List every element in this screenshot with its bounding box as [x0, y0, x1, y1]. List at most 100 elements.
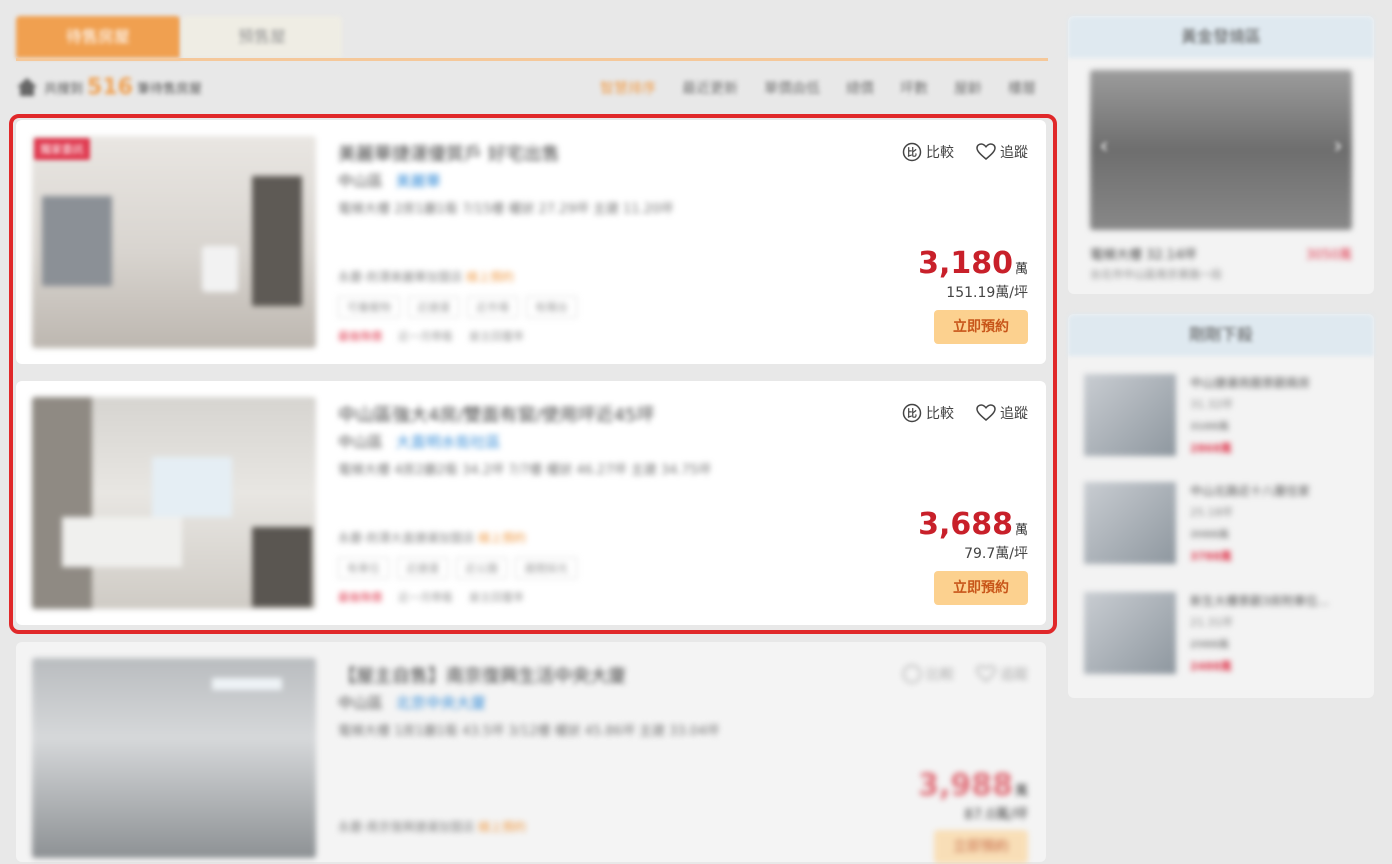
track-button[interactable]: 追蹤 — [976, 403, 1028, 423]
community-link[interactable]: 北京中央大廈 — [396, 694, 486, 712]
featured-address: 台北市中山區南京東路一段 — [1090, 268, 1222, 281]
listing-location: 中山區 大直明水街社區 — [338, 431, 501, 452]
listing-title[interactable]: 【屋主自售】南京復興生活中央大廈 — [338, 662, 626, 688]
featured-price: 3050萬 — [1305, 248, 1352, 263]
sort-options: 智慧排序 最近更新 單價由低 總價 坪數 屋齡 樓層 — [600, 78, 1036, 98]
listing-photo[interactable] — [32, 136, 316, 348]
heart-icon — [976, 404, 996, 421]
exclusive-badge: 獨家委託 — [34, 138, 90, 160]
sort-smart[interactable]: 智慧排序 — [600, 78, 656, 98]
sort-area[interactable]: 坪數 — [900, 78, 928, 98]
unit-price: 79.7萬/坪 — [964, 546, 1028, 562]
price-drop-thumb[interactable] — [1084, 482, 1176, 564]
compare-button[interactable]: 比 比較 — [902, 142, 954, 162]
listing-agent: 永慶-南京復興捷運加盟店 線上預約 — [338, 818, 526, 835]
district-name: 中山區 — [338, 694, 384, 712]
foot-item: 最後降價 — [338, 591, 382, 604]
foot-item: 屋主回覆率 — [469, 330, 524, 343]
price-drop-thumb[interactable] — [1084, 592, 1176, 674]
price-drop-panel: 剛剛下殺 中山捷運商圈景觀兩房 31.32坪 3188萬 2868萬 中山北路近… — [1068, 314, 1374, 698]
chevron-left-icon[interactable]: ‹ — [1094, 134, 1114, 164]
heart-icon — [976, 143, 996, 160]
community-link[interactable]: 美麗華 — [396, 172, 441, 190]
summary-suffix: 筆待售房屋 — [136, 81, 202, 97]
price-value: 3,180 — [918, 246, 1013, 281]
tag: 近捷運 — [408, 296, 459, 318]
price-drop-item[interactable]: 中山北路近十八層住家 25.18坪 3988萬 3788萬 — [1084, 478, 1364, 570]
agent-tag: 線上預約 — [478, 820, 527, 834]
result-count: 516 — [87, 74, 133, 100]
listing-foot: 最後降價 近一月帶看 屋主回覆率 — [338, 328, 524, 344]
unit-price: 151.19萬/坪 — [946, 285, 1028, 301]
price-drop-item[interactable]: 新生大樓景觀3房附車位... 21.31坪 2988萬 2488萬 — [1084, 588, 1364, 680]
sort-total-price[interactable]: 總價 — [846, 78, 874, 98]
compare-icon: 比 — [902, 403, 922, 423]
listing-foot: 最後降價 近一月帶看 屋主回覆率 — [338, 589, 524, 605]
tag: 可養寵物 — [338, 296, 400, 318]
price-drop-size: 21.31坪 — [1190, 616, 1233, 629]
tag: 邊間採光 — [515, 557, 577, 579]
listing-title[interactable]: 美麗華捷運優質戶 好宅出售 — [338, 140, 560, 166]
book-viewing-button[interactable]: 立即預約 — [934, 830, 1028, 864]
listing-spec: 電梯大樓 2房1廳1衛 7/15樓 權狀 27.29坪 主建 11.20坪 — [338, 202, 674, 217]
sort-floor[interactable]: 樓層 — [1008, 78, 1036, 98]
district-name: 中山區 — [338, 172, 384, 190]
price-drop-old: 3988萬 — [1190, 528, 1229, 541]
agent-tag: 線上預約 — [466, 270, 515, 284]
heart-icon — [976, 665, 996, 682]
price-drop-old: 2988萬 — [1190, 638, 1229, 651]
sort-age[interactable]: 屋齡 — [954, 78, 982, 98]
listing-photo[interactable] — [32, 658, 316, 858]
price-unit: 萬 — [1014, 523, 1028, 538]
compare-label: 比較 — [926, 406, 954, 422]
tab-presale[interactable]: 預售屋 — [182, 16, 342, 58]
listing-agent: 永慶-劍潭美麗華加盟店 線上預約 — [338, 268, 514, 285]
sort-unit-price[interactable]: 單價由低 — [764, 78, 820, 98]
track-button[interactable]: 追蹤 — [976, 142, 1028, 162]
track-button[interactable]: 追蹤 — [976, 664, 1028, 684]
tag: 有車位 — [338, 557, 389, 579]
foot-item: 近一月帶看 — [398, 591, 453, 604]
tab-for-sale[interactable]: 待售房屋 — [16, 16, 180, 58]
community-link[interactable]: 大直明水街社區 — [396, 433, 501, 451]
featured-photo[interactable] — [1090, 70, 1352, 230]
sort-recent[interactable]: 最近更新 — [682, 78, 738, 98]
listing-card[interactable]: 獨家委託 美麗華捷運優質戶 好宅出售 中山區 美麗華 電梯大樓 2房1廳1衛 7… — [16, 120, 1046, 364]
featured-panel: 黃金發燒區 ‹ › 電梯大樓 32.14坪 3050萬 台北市中山區南京東路一段 — [1068, 16, 1374, 294]
district-name: 中山區 — [338, 433, 384, 451]
track-label: 追蹤 — [1000, 667, 1028, 683]
listing-spec: 電梯大樓 4房2廳2衛 34.2坪 7/7樓 權狀 46.27坪 主建 34.7… — [338, 463, 712, 478]
price-value: 3,688 — [918, 507, 1013, 542]
price-drop-new: 2488萬 — [1190, 660, 1232, 673]
listing-card[interactable]: 【屋主自售】南京復興生活中央大廈 中山區 北京中央大廈 電梯大樓 1房1廳1衛 … — [16, 642, 1046, 864]
svg-text:比: 比 — [907, 407, 917, 420]
chevron-right-icon[interactable]: › — [1328, 134, 1348, 164]
book-viewing-button[interactable]: 立即預約 — [934, 571, 1028, 605]
featured-name[interactable]: 電梯大樓 32.14坪 — [1090, 244, 1196, 263]
agent-tag: 線上預約 — [478, 531, 527, 545]
listing-title[interactable]: 中山區強大4房/雙面有窗/使用坪近45坪 — [338, 401, 654, 427]
listing-agent: 永慶-劍潭大直捷運加盟店 線上預約 — [338, 529, 526, 546]
foot-item: 屋主回覆率 — [469, 591, 524, 604]
summary-prefix: 共搜到 — [44, 81, 84, 97]
listing-photo[interactable] — [32, 397, 316, 609]
compare-label: 比較 — [926, 667, 954, 683]
agent-name: 永慶-劍潭美麗華加盟店 — [338, 270, 463, 284]
listing-card[interactable]: 中山區強大4房/雙面有窗/使用坪近45坪 中山區 大直明水街社區 電梯大樓 4房… — [16, 381, 1046, 625]
book-viewing-button[interactable]: 立即預約 — [934, 310, 1028, 344]
tag: 有陽台 — [526, 296, 577, 318]
listing-tags: 有車位 近捷運 近公園 邊間採光 — [338, 557, 577, 579]
compare-label: 比較 — [926, 145, 954, 161]
tag: 近公園 — [456, 557, 507, 579]
price-drop-item[interactable]: 中山捷運商圈景觀兩房 31.32坪 3188萬 2868萬 — [1084, 370, 1364, 462]
unit-price: 87.0萬/坪 — [964, 807, 1028, 823]
agent-name: 永慶-南京復興捷運加盟店 — [338, 820, 475, 834]
listing-price: 3,688 萬 — [918, 507, 1028, 542]
compare-button[interactable]: 比較 — [902, 664, 954, 684]
tag: 近市場 — [467, 296, 518, 318]
price-drop-new: 2868萬 — [1190, 442, 1232, 455]
price-drop-title: 中山捷運商圈景觀兩房 — [1190, 376, 1311, 390]
compare-button[interactable]: 比 比較 — [902, 403, 954, 423]
tag: 近捷運 — [397, 557, 448, 579]
price-drop-thumb[interactable] — [1084, 374, 1176, 456]
